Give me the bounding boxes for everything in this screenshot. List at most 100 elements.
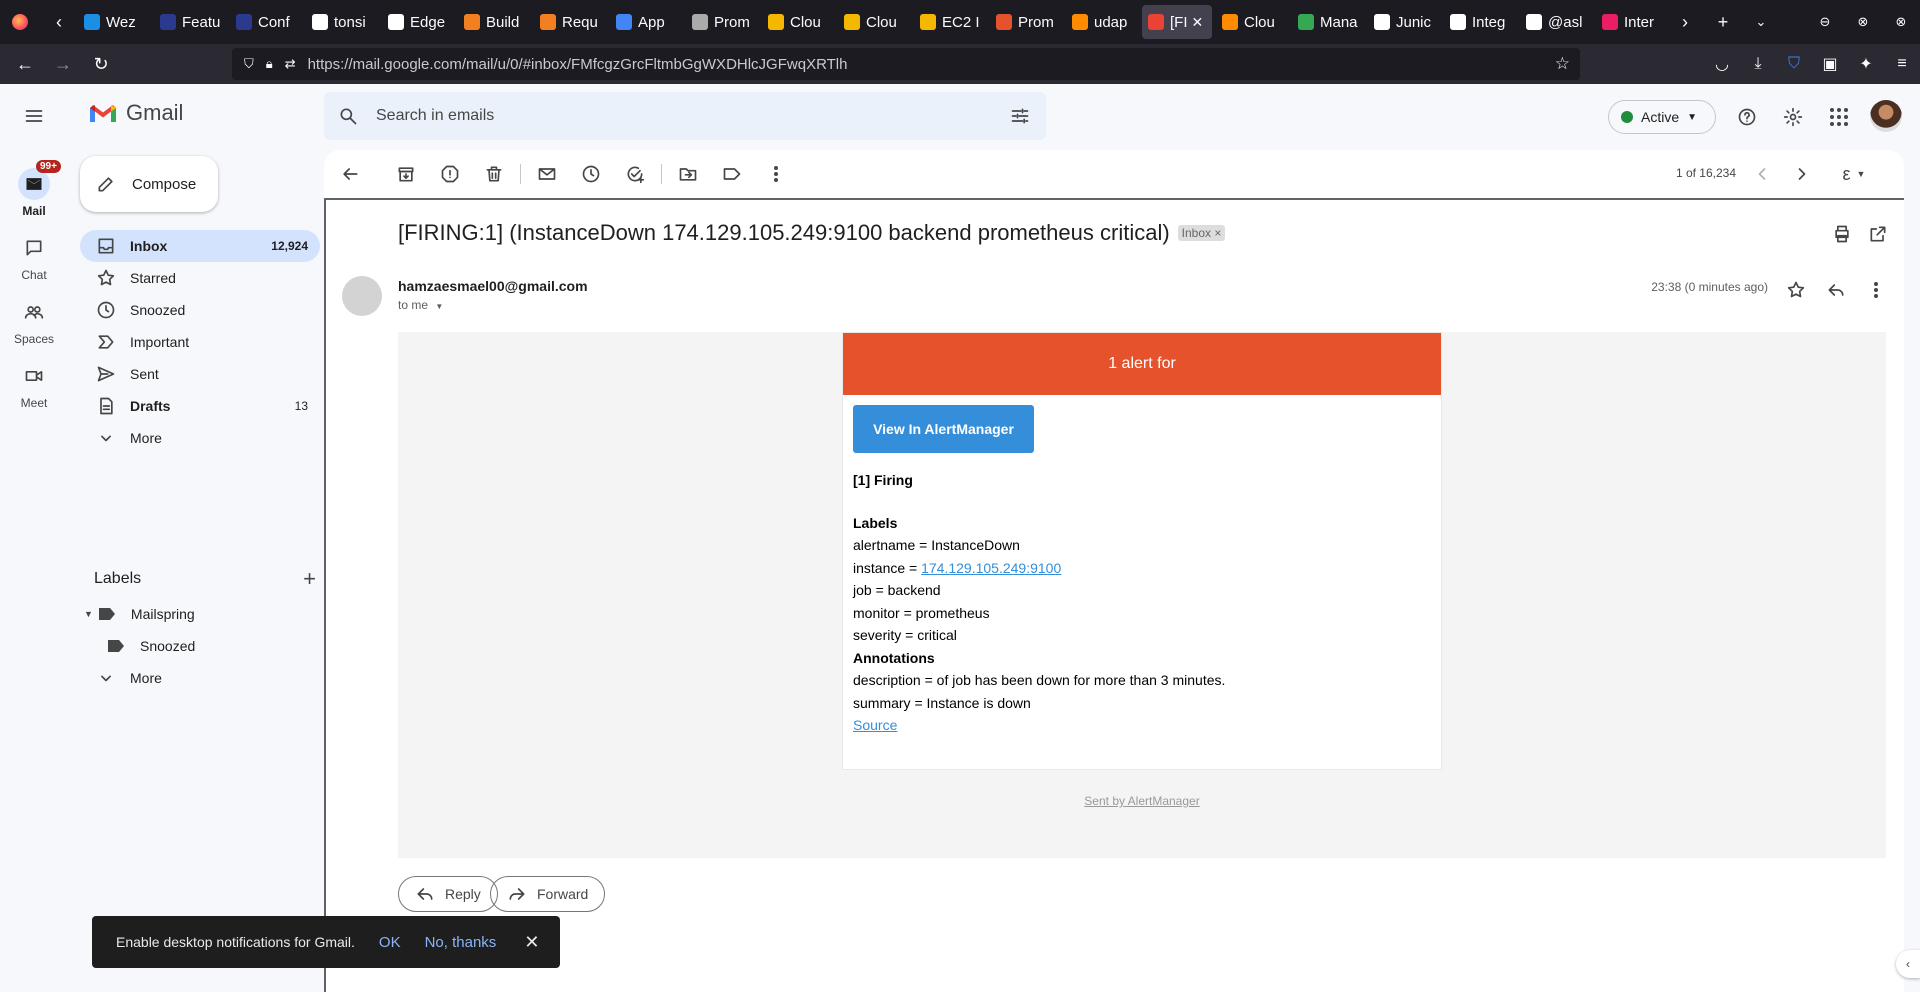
caret-down-icon[interactable]: ▼	[84, 609, 93, 619]
open-new-window-icon[interactable]	[1868, 224, 1888, 244]
source-link[interactable]: Source	[853, 717, 897, 733]
rail-mail[interactable]: 99+ Mail	[0, 160, 68, 218]
minimize-icon[interactable]: ⊖	[1806, 0, 1844, 44]
close-window-icon[interactable]: ⊗	[1882, 0, 1920, 44]
add-to-tasks-icon[interactable]	[617, 156, 653, 192]
rail-spaces[interactable]: Spaces	[0, 296, 68, 346]
inbox-label-chip[interactable]: Inbox ×	[1177, 225, 1226, 241]
older-chevron-icon[interactable]	[1786, 158, 1818, 190]
new-tab-icon[interactable]: +	[1704, 0, 1742, 44]
nav-snoozed[interactable]: Snoozed	[80, 294, 320, 326]
app-menu-icon[interactable]: ≡	[1884, 55, 1920, 73]
snackbar-ok-button[interactable]: OK	[379, 934, 401, 951]
url-text[interactable]: https://mail.google.com/mail/u/0/#inbox/…	[308, 56, 848, 73]
browser-tab[interactable]: Inter	[1596, 5, 1666, 39]
compose-button[interactable]: Compose	[80, 156, 218, 212]
print-icon[interactable]	[1832, 224, 1852, 244]
url-bar[interactable]: ⛉ 🔒︎ ⇄ https://mail.google.com/mail/u/0/…	[232, 48, 1580, 80]
browser-tab[interactable]: EC2 I	[914, 5, 986, 39]
maximize-icon[interactable]: ⊗	[1844, 0, 1882, 44]
browser-tab[interactable]: @asl	[1520, 5, 1592, 39]
sender-avatar[interactable]	[342, 276, 382, 316]
search-options-icon[interactable]	[1010, 106, 1030, 126]
newer-chevron-icon[interactable]	[1746, 158, 1778, 190]
star-message-icon[interactable]	[1780, 274, 1812, 306]
forward-icon[interactable]: →	[44, 44, 82, 84]
close-icon[interactable]: ✕	[524, 932, 539, 953]
browser-tab[interactable]: Clou	[762, 5, 834, 39]
gmail-logo[interactable]: Gmail	[88, 100, 183, 126]
nav-starred[interactable]: Starred	[80, 262, 320, 294]
status-chip[interactable]: Active ▼	[1608, 100, 1716, 134]
forward-button[interactable]: Forward	[490, 876, 606, 912]
label-snoozed[interactable]: Snoozed	[80, 630, 320, 662]
side-panel-toggle-icon[interactable]: ‹	[1896, 950, 1920, 978]
back-to-inbox-icon[interactable]	[332, 156, 368, 192]
nav-sent[interactable]: Sent	[80, 358, 320, 390]
downloads-icon[interactable]: ⤓	[1740, 55, 1776, 73]
nav-more[interactable]: More	[80, 422, 320, 454]
more-options-icon[interactable]	[758, 156, 794, 192]
input-tools-button[interactable]: ε ▼	[1834, 158, 1874, 190]
back-icon[interactable]: ←	[6, 44, 44, 84]
delete-icon[interactable]	[476, 156, 512, 192]
browser-tab[interactable]: Prom	[990, 5, 1062, 39]
add-label-icon[interactable]: +	[303, 566, 316, 592]
search-input[interactable]	[376, 107, 956, 125]
tabs-scroll-right-icon[interactable]: ›	[1666, 0, 1704, 44]
pocket-icon[interactable]: ◡	[1704, 54, 1740, 74]
archive-icon[interactable]	[388, 156, 424, 192]
view-alertmanager-button[interactable]: View In AlertManager	[853, 405, 1034, 453]
remove-label-icon[interactable]: ×	[1214, 226, 1221, 240]
mark-unread-icon[interactable]	[529, 156, 565, 192]
help-icon[interactable]	[1730, 100, 1764, 134]
browser-tab[interactable]: App	[610, 5, 682, 39]
snooze-icon[interactable]	[573, 156, 609, 192]
sent-by-link[interactable]: Sent by AlertManager	[398, 794, 1886, 808]
browser-tab[interactable]: Wez	[78, 5, 150, 39]
settings-gear-icon[interactable]	[1776, 100, 1810, 134]
snackbar-no-thanks-button[interactable]: No, thanks	[425, 934, 497, 951]
browser-tab[interactable]: Prom	[686, 5, 758, 39]
labels-icon[interactable]	[714, 156, 750, 192]
firefox-icon[interactable]	[0, 0, 40, 44]
rail-chat[interactable]: Chat	[0, 232, 68, 282]
lock-icon[interactable]: 🔒︎	[266, 56, 273, 72]
rail-meet[interactable]: Meet	[0, 360, 68, 410]
browser-tab[interactable]: Featu	[154, 5, 226, 39]
permissions-icon[interactable]: ⇄	[285, 56, 296, 72]
move-to-icon[interactable]	[670, 156, 706, 192]
extensions-icon[interactable]: ✦	[1848, 54, 1884, 74]
tabs-scroll-left-icon[interactable]: ‹	[40, 0, 78, 44]
search-bar[interactable]	[324, 92, 1046, 140]
nav-important[interactable]: Important	[80, 326, 320, 358]
report-spam-icon[interactable]	[432, 156, 468, 192]
nav-inbox[interactable]: Inbox 12,924	[80, 230, 320, 262]
extension-shield-icon[interactable]: ⛉	[1776, 55, 1812, 73]
close-tab-icon[interactable]: ✕	[1192, 14, 1204, 31]
browser-tab[interactable]: Conf	[230, 5, 302, 39]
search-icon[interactable]	[338, 106, 358, 126]
list-tabs-icon[interactable]: ⌄	[1742, 0, 1780, 44]
browser-tab[interactable]: Build	[458, 5, 530, 39]
browser-tab[interactable]: Clou	[1216, 5, 1288, 39]
account-avatar[interactable]	[1870, 100, 1902, 132]
apps-grid-icon[interactable]	[1822, 100, 1856, 134]
instance-link[interactable]: 174.129.105.249:9100	[921, 560, 1061, 576]
recipient-toggle[interactable]: to me ▼	[398, 298, 443, 312]
labels-more[interactable]: More	[80, 662, 320, 694]
browser-tab[interactable]: Junic	[1368, 5, 1440, 39]
label-mailspring[interactable]: ▼ Mailspring	[80, 598, 320, 630]
browser-tab[interactable]: tonsi	[306, 5, 378, 39]
browser-tab[interactable]: [FI ✕	[1142, 5, 1212, 39]
sender-email[interactable]: hamzaesmael00@gmail.com	[398, 278, 588, 294]
notion-icon[interactable]: ▣	[1812, 54, 1848, 74]
browser-tab[interactable]: Mana	[1292, 5, 1364, 39]
nav-drafts[interactable]: Drafts 13	[80, 390, 320, 422]
bookmark-star-icon[interactable]: ☆	[1555, 54, 1570, 74]
browser-tab[interactable]: udap	[1066, 5, 1138, 39]
browser-tab[interactable]: Clou	[838, 5, 910, 39]
shield-icon[interactable]: ⛉	[244, 56, 254, 72]
browser-tab[interactable]: Requ	[534, 5, 606, 39]
reload-icon[interactable]: ↻	[82, 44, 120, 84]
